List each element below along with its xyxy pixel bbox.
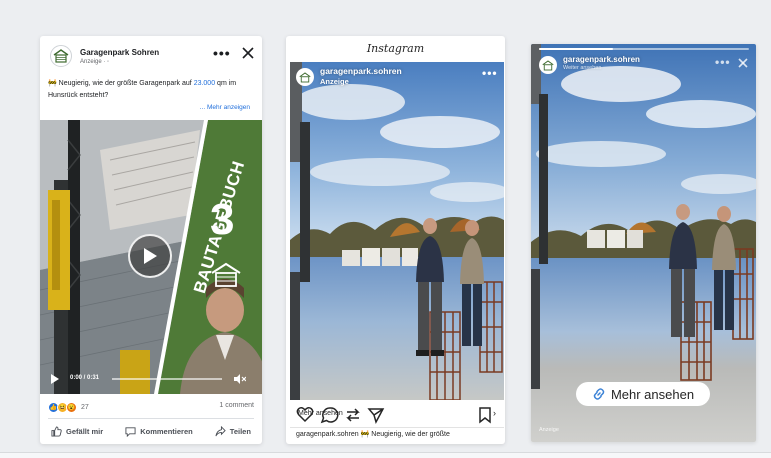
share-button[interactable]: Teilen (215, 425, 251, 437)
share-icon (215, 425, 226, 436)
caption-text: 🚧 Neugierig, wie der größte (358, 431, 450, 438)
see-more-link[interactable]: ... Mehr anzeigen (200, 104, 250, 111)
overlay-number: 3 (210, 195, 235, 244)
story-cta-label: Mehr ansehen (610, 386, 695, 402)
instagram-story-preview: garagenpark.sohren Weiter ansehen ••• Me… (531, 44, 756, 442)
story-subtitle: Weiter ansehen (563, 65, 602, 71)
comment-button[interactable]: Kommentieren (125, 426, 193, 437)
instagram-actions (296, 406, 496, 424)
story-progress-bar (539, 48, 749, 50)
play-small-icon[interactable] (50, 374, 60, 384)
garage-logo-icon (53, 49, 69, 63)
caption-username[interactable]: garagenpark.sohren (296, 431, 359, 438)
story-cta-button[interactable]: Mehr ansehen (576, 382, 710, 406)
like-button[interactable]: Gefällt mir (51, 425, 104, 437)
like-label: Gefällt mir (66, 426, 104, 436)
instagram-logo: Instagram (366, 42, 425, 55)
bookmark-icon[interactable] (479, 407, 491, 424)
divider (48, 418, 254, 419)
page-avatar[interactable] (50, 45, 72, 67)
instagram-video[interactable]: garagenpark.sohren Anzeige ••• (290, 62, 504, 400)
reactions-summary[interactable]: 👍 😆 😮 27 (48, 400, 89, 414)
thumbs-up-icon (51, 425, 62, 437)
story-footer: Anzeige (539, 427, 559, 433)
instagram-sponsored: Anzeige (320, 77, 349, 86)
more-horizontal-icon[interactable]: ••• (213, 46, 231, 60)
post-text-start: 🚧 Neugierig, wie der größte Garagenpark … (48, 80, 194, 87)
instagram-action-icons (296, 407, 491, 424)
repost-icon[interactable] (346, 408, 360, 422)
video-controls: 0:00 / 0:31 (40, 368, 262, 390)
globe-icon: ◦ (107, 59, 110, 65)
video-time: 0:00 / 0:31 (70, 375, 100, 381)
story-username[interactable]: garagenpark.sohren (563, 55, 640, 64)
post-actions: Gefällt mir Kommentieren Teilen (40, 422, 262, 440)
play-icon (144, 248, 157, 264)
link-icon (593, 388, 605, 400)
instagram-caption: garagenpark.sohren 🚧 Neugierig, wie der … (296, 430, 501, 438)
heart-icon[interactable] (296, 407, 314, 423)
garage-logo-icon (542, 59, 554, 70)
facebook-video[interactable]: BAUTAGEBUCH 3 0:00 / 0:31 (40, 120, 262, 394)
page-name[interactable]: Garagenpark Sohren (80, 48, 159, 57)
comment-count[interactable]: 1 comment (219, 402, 254, 409)
garage-logo-icon (299, 71, 311, 82)
share-label: Teilen (229, 426, 251, 436)
sponsored-label: Anzeige · ◦ (80, 59, 109, 65)
close-icon[interactable] (737, 57, 749, 69)
comment-icon[interactable] (320, 407, 339, 424)
instagram-username[interactable]: garagenpark.sohren (320, 66, 402, 76)
instagram-avatar[interactable] (296, 68, 314, 86)
play-button[interactable] (128, 234, 172, 278)
more-horizontal-icon[interactable]: ••• (715, 56, 731, 68)
garage-logo-icon (211, 262, 241, 287)
facebook-post-header: Garagenpark Sohren Anzeige · ◦ ••• (40, 36, 262, 72)
comment-icon (125, 426, 136, 437)
post-text: 🚧 Neugierig, wie der größte Garagenpark … (48, 78, 258, 102)
video-scrubber[interactable] (112, 378, 222, 380)
story-progress-fill (539, 48, 613, 50)
bottom-toolbar-strip (0, 452, 771, 458)
story-video[interactable]: garagenpark.sohren Weiter ansehen ••• Me… (531, 44, 756, 442)
story-avatar[interactable] (539, 56, 557, 74)
instagram-feed-preview: Instagram garagenpark.sohren Anzeige •••… (286, 36, 505, 444)
facebook-ad-preview: Garagenpark Sohren Anzeige · ◦ ••• 🚧 Neu… (40, 36, 262, 444)
video-frame (290, 62, 504, 400)
comment-label: Kommentieren (140, 426, 193, 436)
wow-reaction-icon: 😮 (66, 401, 77, 413)
send-icon[interactable] (367, 408, 385, 424)
mute-icon[interactable] (234, 374, 246, 384)
reaction-count: 27 (81, 403, 89, 411)
post-text-number: 23.000 (193, 80, 216, 87)
sponsored-text: Anzeige · (80, 59, 106, 65)
close-icon[interactable] (240, 45, 256, 61)
more-horizontal-icon[interactable]: ••• (482, 67, 498, 79)
overlay-garage-logo (210, 262, 242, 288)
